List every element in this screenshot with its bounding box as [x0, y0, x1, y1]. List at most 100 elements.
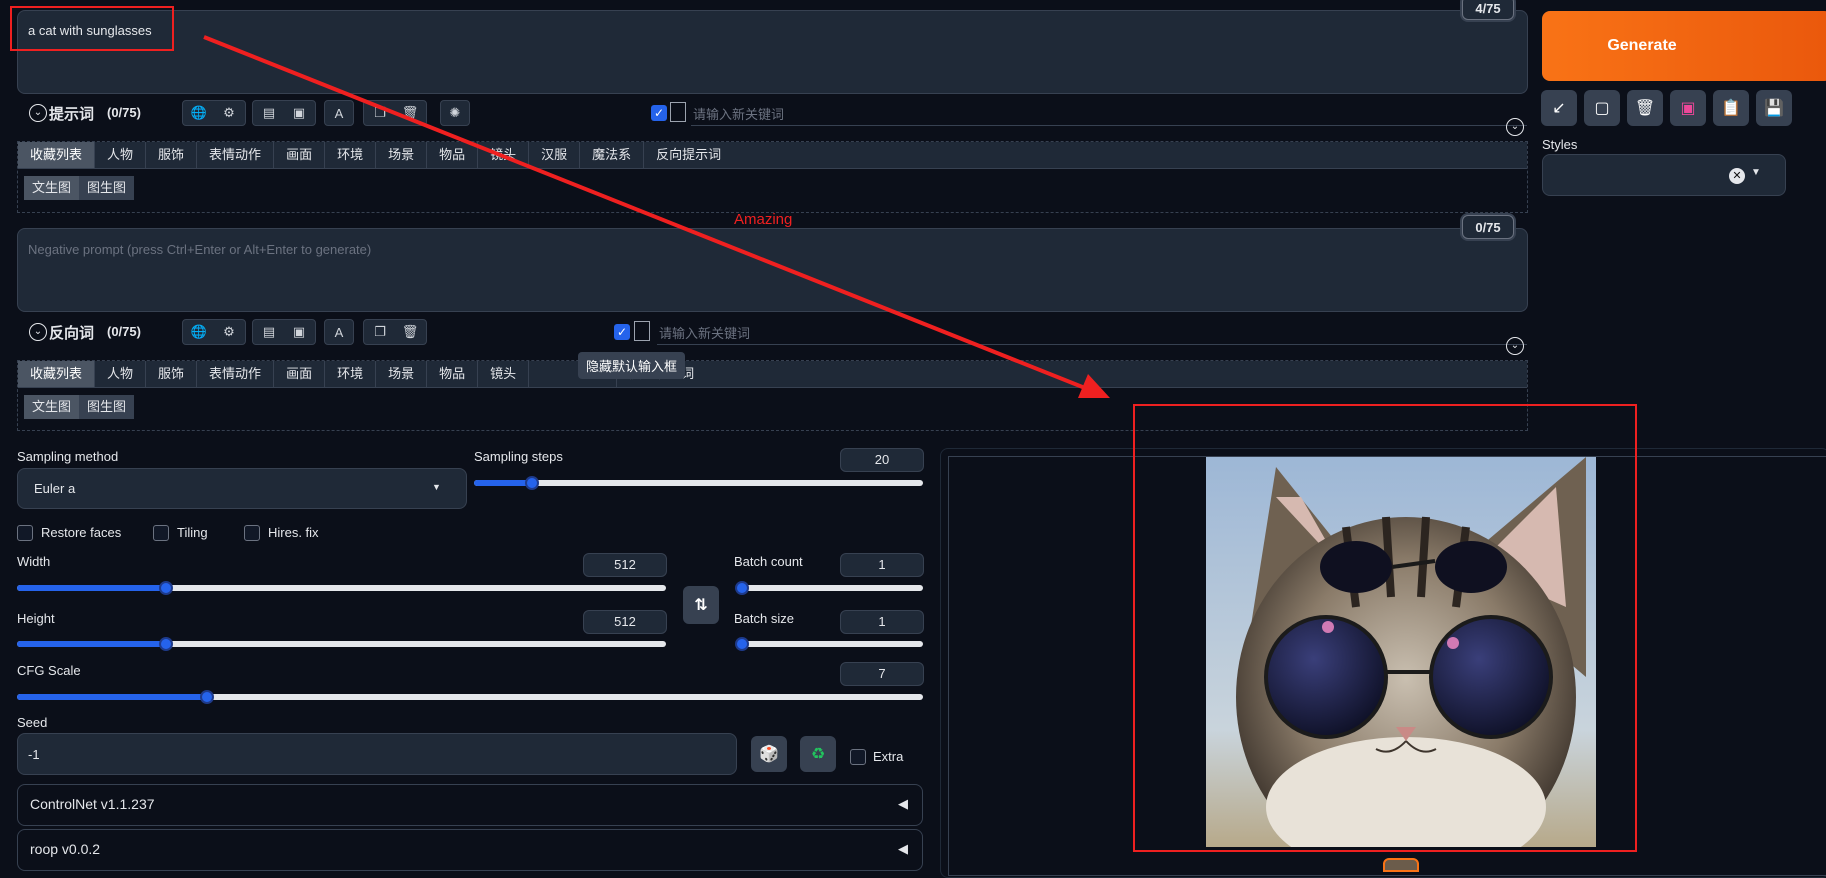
bookmark-icon[interactable]: ▣	[287, 320, 311, 344]
collapse-icon[interactable]: ⌄	[29, 104, 47, 122]
expand-icon[interactable]: ⌄	[1506, 337, 1524, 355]
width-slider[interactable]	[17, 581, 666, 595]
batch-count-input[interactable]: 1	[840, 553, 924, 577]
slider-thumb[interactable]	[200, 690, 215, 704]
toolbar-group-3: A	[324, 319, 354, 345]
negative-keyword-input[interactable]: 请输入新关键词	[657, 318, 1527, 345]
history-icon[interactable]: ▤	[257, 320, 281, 344]
dice-icon[interactable]: 🎲	[751, 736, 787, 772]
cfg-input[interactable]: 7	[840, 662, 924, 686]
subtab-img2img[interactable]: 图生图	[79, 395, 135, 419]
styles-label: Styles	[1542, 137, 1578, 152]
tab-setting[interactable]: 场景	[376, 142, 428, 168]
bookmark-icon[interactable]: ▣	[287, 101, 311, 125]
subtab-txt2img[interactable]: 文生图	[24, 395, 80, 419]
translate-icon[interactable]: A	[327, 101, 351, 125]
gear-icon[interactable]: ⚙	[217, 320, 241, 344]
batch-count-slider[interactable]	[735, 581, 923, 595]
sampling-steps-slider[interactable]	[474, 476, 923, 490]
extra-checkbox[interactable]	[850, 749, 866, 765]
seed-input[interactable]: -1	[17, 733, 737, 775]
tab-items[interactable]: 物品	[427, 142, 479, 168]
clipboard-icon[interactable]: 📋	[1713, 90, 1749, 126]
tab-clothing[interactable]: 服饰	[146, 142, 198, 168]
history-icon[interactable]: ▤	[257, 101, 281, 125]
tab-environment[interactable]: 环境	[325, 361, 377, 387]
recycle-icon[interactable]: ♻	[800, 736, 836, 772]
tab-magic[interactable]: 魔法系	[580, 142, 645, 168]
tab-environment[interactable]: 环境	[325, 142, 377, 168]
width-input[interactable]: 512	[583, 553, 667, 577]
keyword-placeholder: 请输入新关键词	[693, 107, 785, 122]
generate-button[interactable]: Generate	[1542, 11, 1826, 81]
tab-people[interactable]: 人物	[95, 361, 147, 387]
toolbar-group-4: ❐ 🗑	[363, 100, 427, 126]
gear-icon[interactable]: ⚙	[217, 101, 241, 125]
globe-icon[interactable]: 🌐	[187, 320, 211, 344]
sampling-method-select[interactable]: Euler a ▼	[17, 468, 467, 509]
openai-icon[interactable]: ✺	[443, 101, 467, 125]
tab-camera[interactable]: 镜头	[478, 361, 530, 387]
square-icon[interactable]: ▢	[1584, 90, 1620, 126]
tab-hanfu[interactable]: 汉服	[529, 142, 581, 168]
globe-icon[interactable]: 🌐	[187, 101, 211, 125]
generate-label: Generate	[1607, 37, 1677, 54]
height-input[interactable]: 512	[583, 610, 667, 634]
copy-icon[interactable]: ❐	[368, 101, 392, 125]
arrow-icon[interactable]: ↙	[1541, 90, 1577, 126]
chevron-down-icon[interactable]: ▼	[1751, 167, 1761, 178]
negative-prompt-textarea[interactable]: Negative prompt (press Ctrl+Enter or Alt…	[17, 228, 1528, 312]
slider-thumb[interactable]	[159, 581, 174, 595]
hires-fix-checkbox[interactable]	[244, 525, 260, 541]
toolbar-group-1: 🌐 ⚙	[182, 100, 246, 126]
swap-icon[interactable]: ⇅	[683, 586, 719, 624]
height-slider[interactable]	[17, 637, 666, 651]
tab-setting[interactable]: 场景	[376, 361, 428, 387]
batch-size-slider[interactable]	[735, 637, 923, 651]
tab-favorites[interactable]: 收藏列表	[18, 142, 96, 168]
subtab-img2img[interactable]: 图生图	[79, 176, 135, 200]
clear-icon[interactable]: ✕	[1729, 168, 1745, 184]
prompt-textarea[interactable]: a cat with sunglasses	[17, 10, 1528, 94]
tab-clothing[interactable]: 服饰	[146, 361, 198, 387]
image-icon[interactable]: ▣	[1670, 90, 1706, 126]
seed-value: -1	[28, 747, 40, 762]
roop-accordion[interactable]: roop v0.0.2 ◀	[17, 829, 923, 871]
slider-thumb[interactable]	[159, 637, 174, 651]
slider-thumb[interactable]	[735, 581, 749, 595]
tab-scene-picture[interactable]: 画面	[274, 361, 326, 387]
restore-faces-checkbox[interactable]	[17, 525, 33, 541]
sampling-steps-input[interactable]: 20	[840, 448, 924, 472]
slider-thumb[interactable]	[525, 476, 540, 490]
copy-icon[interactable]: ❐	[368, 320, 392, 344]
trash-icon[interactable]: 🗑	[398, 320, 422, 344]
styles-dropdown[interactable]: ✕ ▼	[1542, 154, 1786, 196]
hide-default-checkbox[interactable]: ✓	[614, 324, 630, 340]
trash-icon[interactable]: 🗑	[1627, 90, 1663, 126]
toolbar-group-1: 🌐 ⚙	[182, 319, 246, 345]
tab-favorites[interactable]: 收藏列表	[18, 361, 96, 387]
prompt-keyword-input[interactable]: 请输入新关键词	[691, 99, 1527, 126]
tab-expression[interactable]: 表情动作	[197, 142, 275, 168]
tab-negative[interactable]: 反向提示词	[644, 142, 733, 168]
tab-people[interactable]: 人物	[95, 142, 147, 168]
expand-icon[interactable]: ⌄	[1506, 118, 1524, 136]
batch-size-label: Batch size	[734, 611, 794, 626]
tab-items[interactable]: 物品	[427, 361, 479, 387]
cfg-slider[interactable]	[17, 690, 923, 704]
slider-fill	[474, 480, 533, 486]
translate-icon[interactable]: A	[327, 320, 351, 344]
trash-icon[interactable]: 🗑	[398, 101, 422, 125]
tiling-checkbox[interactable]	[153, 525, 169, 541]
subtab-txt2img[interactable]: 文生图	[24, 176, 80, 200]
hide-default-checkbox[interactable]: ✓	[651, 105, 667, 121]
tab-camera[interactable]: 镜头	[478, 142, 530, 168]
controlnet-accordion[interactable]: ControlNet v1.1.237 ◀	[17, 784, 923, 826]
tab-scene-picture[interactable]: 画面	[274, 142, 326, 168]
batch-size-input[interactable]: 1	[840, 610, 924, 634]
collapse-icon[interactable]: ⌄	[29, 323, 47, 341]
tab-expression[interactable]: 表情动作	[197, 361, 275, 387]
annotation-box-image	[1133, 404, 1637, 852]
slider-thumb[interactable]	[735, 637, 749, 651]
save-icon[interactable]: 💾	[1756, 90, 1792, 126]
